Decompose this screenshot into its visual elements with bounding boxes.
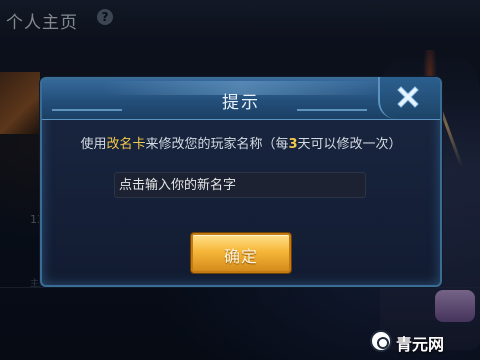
- close-button[interactable]: [378, 77, 440, 119]
- close-icon: [397, 86, 419, 108]
- rename-dialog: 提示 使用改名卡来修改您的玩家名称（每3天可以修改一次） 点击输入你的新名字 确…: [40, 77, 442, 287]
- days-value: 3: [288, 137, 298, 152]
- watermark-logo-icon: [370, 330, 392, 352]
- confirm-button[interactable]: 确定: [191, 233, 291, 273]
- new-name-input[interactable]: 点击输入你的新名字: [114, 172, 366, 198]
- confirm-label: 确定: [223, 247, 258, 266]
- watermark-text: 青元网: [396, 335, 445, 354]
- rename-card-name: 改名卡: [106, 137, 146, 152]
- dialog-message: 使用改名卡来修改您的玩家名称（每3天可以修改一次）: [42, 136, 440, 154]
- site-watermark: 青元网: [370, 330, 480, 354]
- message-suffix: 天可以修改一次）: [297, 137, 402, 152]
- message-mid: 来修改您的玩家名称（每: [145, 137, 289, 152]
- message-prefix: 使用: [80, 137, 107, 152]
